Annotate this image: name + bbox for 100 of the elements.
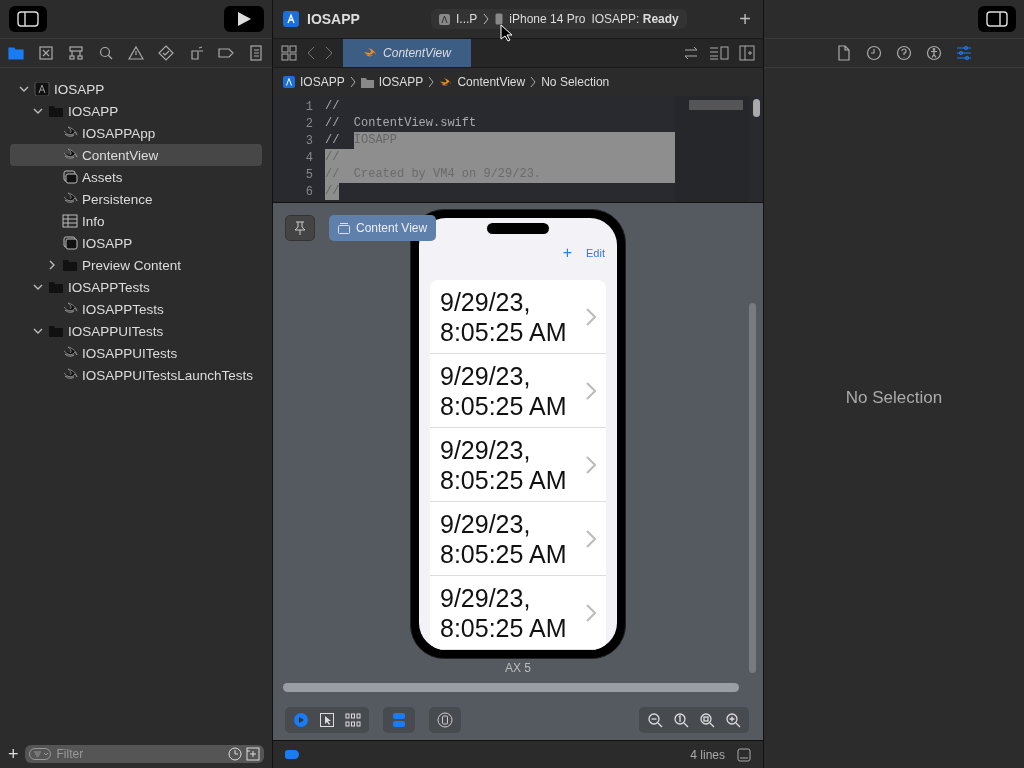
breakpoint-toggle-icon[interactable]: [285, 750, 299, 759]
file-name: IOSAPP: [54, 81, 105, 97]
grid-icon[interactable]: [281, 45, 297, 61]
device-orientation-button[interactable]: [429, 707, 461, 733]
zoom-out-icon[interactable]: [647, 712, 663, 728]
clock-icon[interactable]: [228, 747, 242, 761]
breadcrumb[interactable]: IOSAPP: [300, 75, 345, 89]
file-tree-item[interactable]: IOSAPPTests: [10, 298, 262, 320]
debug-navigator-icon[interactable]: [188, 45, 204, 61]
add-file-icon[interactable]: [246, 747, 260, 761]
inspector-icon: [986, 11, 1008, 27]
split-editor-icon[interactable]: [739, 45, 755, 61]
chevron-icon: [586, 603, 596, 622]
variants-mode-icon[interactable]: [345, 712, 361, 728]
scrollbar-thumb[interactable]: [752, 99, 760, 117]
select-mode-icon[interactable]: [319, 712, 335, 728]
report-navigator-icon[interactable]: [248, 45, 264, 61]
file-name: IOSAPP: [82, 235, 133, 251]
list-item[interactable]: 9/29/23, 8:05:25 AM: [440, 286, 567, 347]
project-name: IOSAPP: [307, 11, 360, 27]
app-scheme-icon: [439, 13, 450, 25]
file-tree-item[interactable]: IOSAPPTests: [10, 276, 262, 298]
mouse-cursor-icon: [500, 24, 512, 42]
zoom-fit-icon[interactable]: [699, 712, 715, 728]
chevron-icon: [586, 455, 596, 474]
scrollbar-thumb[interactable]: [283, 683, 739, 692]
dynamic-island: [487, 223, 549, 234]
sidebar-toggle-button[interactable]: [9, 6, 47, 32]
swap-icon[interactable]: [683, 46, 699, 60]
assets-icon: [62, 170, 78, 184]
search-navigator-icon[interactable]: [98, 45, 114, 61]
zoom-actual-icon[interactable]: [673, 712, 689, 728]
file-tree-item[interactable]: Persistence: [10, 188, 262, 210]
device-selector[interactable]: iPhone 14 Pro: [509, 12, 586, 26]
forward-icon[interactable]: [325, 46, 333, 60]
run-button[interactable]: [224, 6, 264, 32]
breadcrumb[interactable]: IOSAPP: [378, 75, 424, 89]
file-tree-item[interactable]: IOSAPP: [10, 232, 262, 254]
file-tree-item[interactable]: IOSAPP: [10, 78, 262, 100]
breakpoint-navigator-icon[interactable]: [218, 45, 234, 61]
file-tree-item[interactable]: IOSAPPApp: [10, 122, 262, 144]
pin-button[interactable]: [285, 215, 315, 241]
live-mode-icon[interactable]: [293, 712, 309, 728]
history-inspector-icon[interactable]: [866, 45, 882, 61]
hierarchy-navigator-icon[interactable]: [68, 45, 84, 61]
list-item[interactable]: 9/29/23, 8:05:25 AM: [440, 582, 567, 643]
file-tree-item[interactable]: IOSAPPUITests: [10, 320, 262, 342]
attributes-inspector-icon[interactable]: [956, 45, 972, 61]
source-navigator-icon[interactable]: [38, 45, 54, 61]
file-tree-item[interactable]: ContentView: [10, 144, 262, 166]
list-item[interactable]: 9/29/23, 8:05:25 AM: [440, 508, 567, 569]
breadcrumb[interactable]: ContentView: [457, 75, 526, 89]
inspector-toggle-button[interactable]: [978, 6, 1016, 32]
file-tree-item[interactable]: IOSAPPUITestsLaunchTests: [10, 364, 262, 386]
add-button[interactable]: +: [8, 743, 19, 765]
line-count: 4 lines: [690, 747, 725, 762]
file-name: IOSAPPUITests: [68, 323, 164, 339]
chevron-icon: [483, 13, 490, 25]
add-button[interactable]: +: [562, 244, 573, 262]
zoom-in-icon[interactable]: [725, 712, 741, 728]
warning-navigator-icon[interactable]: [128, 45, 144, 61]
disclosure-icon[interactable]: [33, 326, 43, 336]
code-text: // ContentView.swift: [325, 115, 477, 132]
accessibility-inspector-icon[interactable]: [926, 45, 942, 61]
back-icon[interactable]: [307, 46, 315, 60]
code-text: //: [325, 132, 341, 149]
file-name: IOSAPPUITests: [82, 345, 178, 361]
filter-input[interactable]: Filter: [54, 746, 224, 762]
folder-navigator-icon[interactable]: [8, 45, 24, 61]
filter-menu-icon[interactable]: [28, 748, 51, 760]
disclosure-icon[interactable]: [33, 282, 43, 292]
disclosure-icon[interactable]: [33, 106, 43, 116]
scheme-selector[interactable]: I...P: [456, 12, 478, 26]
scrollbar-thumb[interactable]: [749, 303, 756, 673]
disclosure-icon[interactable]: [47, 260, 57, 270]
list-item[interactable]: 9/29/23, 8:05:25 AM: [440, 360, 567, 421]
add-button[interactable]: +: [739, 7, 751, 31]
debug-area-toggle-icon[interactable]: [737, 747, 751, 762]
phone-icon: [495, 13, 504, 25]
folder-icon: [48, 104, 64, 118]
editor-tab-label[interactable]: ContentView: [383, 46, 451, 60]
file-tree-item[interactable]: Info: [10, 210, 262, 232]
editor-tab[interactable]: ContentView: [343, 39, 471, 67]
pin-icon: [294, 221, 306, 235]
adjust-editor-icon[interactable]: [709, 46, 729, 60]
list-item[interactable]: 9/29/23, 8:05:25 AM: [440, 434, 567, 495]
file-tree-item[interactable]: IOSAPP: [10, 100, 262, 122]
folder-icon: [62, 258, 78, 272]
preview-chip[interactable]: Content View: [329, 215, 437, 241]
folder-icon: [48, 324, 64, 338]
filter-field[interactable]: Filter: [24, 745, 264, 763]
disclosure-icon[interactable]: [19, 84, 29, 94]
edit-button[interactable]: Edit: [586, 247, 605, 259]
file-tree-item[interactable]: IOSAPPUITests: [10, 342, 262, 364]
test-navigator-icon[interactable]: [158, 45, 174, 61]
breadcrumb[interactable]: No Selection: [541, 75, 610, 89]
file-tree-item[interactable]: Preview Content: [10, 254, 262, 276]
help-inspector-icon[interactable]: [896, 45, 912, 61]
file-inspector-icon[interactable]: [836, 45, 852, 61]
file-tree-item[interactable]: Assets: [10, 166, 262, 188]
